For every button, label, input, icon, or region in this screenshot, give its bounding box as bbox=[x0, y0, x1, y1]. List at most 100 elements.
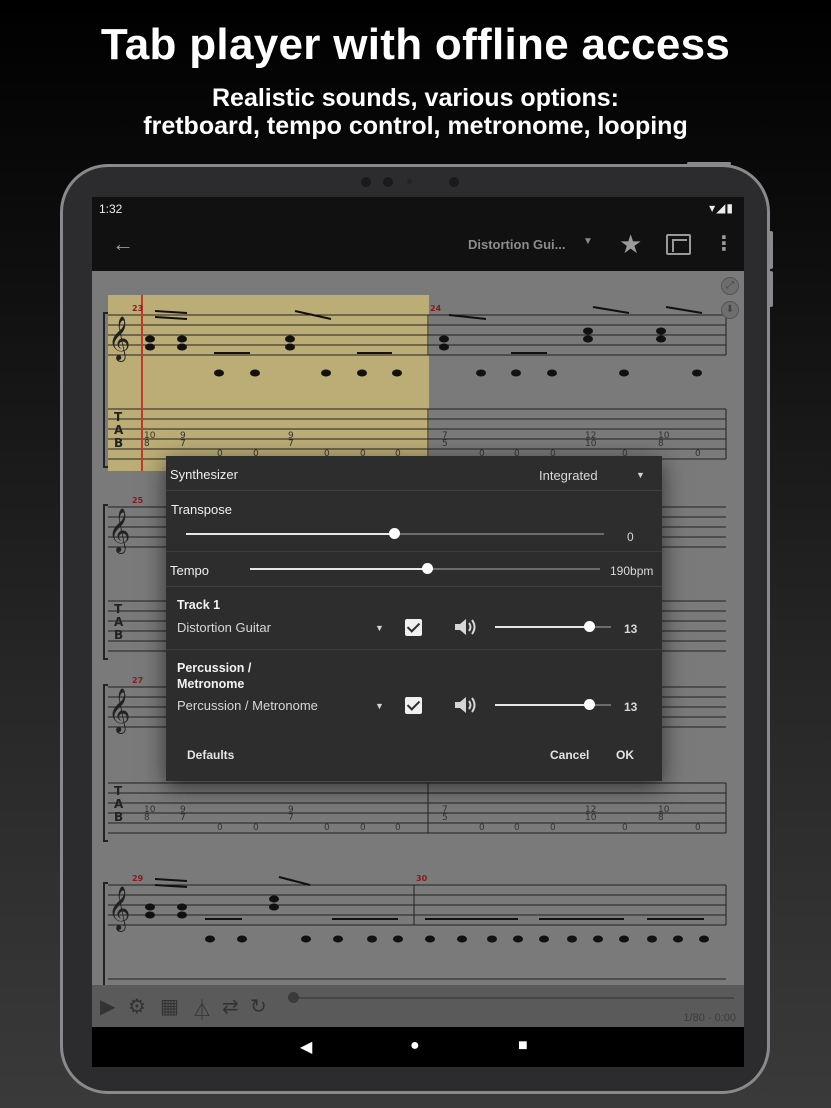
track-enabled-checkbox[interactable] bbox=[405, 619, 422, 636]
tempo-slider-knob[interactable] bbox=[422, 563, 433, 574]
note-head bbox=[333, 935, 343, 943]
tab-number: 8 bbox=[144, 439, 150, 449]
tab-label: T bbox=[114, 410, 123, 424]
volume-slider-knob[interactable] bbox=[584, 621, 595, 632]
note-head bbox=[145, 343, 155, 351]
seek-knob[interactable] bbox=[288, 992, 299, 1003]
transpose-slider-knob[interactable] bbox=[389, 528, 400, 539]
nav-back-icon[interactable]: ◀ bbox=[300, 1037, 312, 1057]
note-head bbox=[301, 935, 311, 943]
note-head bbox=[656, 327, 666, 335]
treble-clef: 𝄞 bbox=[108, 508, 130, 554]
tab-number: 0 bbox=[695, 823, 701, 833]
speed-icon[interactable]: ↻ bbox=[250, 994, 267, 1019]
camera-dot bbox=[407, 179, 412, 184]
volume-slider-fill bbox=[495, 704, 589, 706]
tab-number: 0 bbox=[395, 823, 401, 833]
tab-number: 7 bbox=[180, 813, 186, 823]
fretboard-icon[interactable]: ▦ bbox=[160, 994, 179, 1019]
chevron-down-icon[interactable]: ▼ bbox=[375, 701, 384, 711]
tablet-top-button bbox=[687, 162, 731, 165]
back-arrow-icon[interactable]: ← bbox=[112, 231, 134, 257]
note-head bbox=[269, 895, 279, 903]
scroll-down-icon[interactable]: ⬇ bbox=[721, 301, 739, 319]
metronome-icon[interactable]: ⏃ bbox=[192, 994, 212, 1023]
status-icons: ▾◢▮ bbox=[709, 201, 734, 215]
promo-headline: Tab player with offline access bbox=[100, 20, 731, 69]
track-selector[interactable]: Distortion Gui... bbox=[468, 237, 566, 252]
measure-number: 23 bbox=[132, 304, 143, 313]
tempo-label: Tempo bbox=[170, 563, 210, 578]
tab-number: 0 bbox=[622, 823, 628, 833]
synthesizer-label: Synthesizer bbox=[170, 467, 238, 482]
speaker-icon[interactable] bbox=[453, 696, 477, 714]
tablet-side-button bbox=[769, 271, 773, 307]
more-vert-icon[interactable]: ⋮ bbox=[714, 231, 734, 256]
tab-label: T bbox=[114, 784, 123, 798]
defaults-button[interactable]: Defaults bbox=[187, 748, 234, 762]
note-head bbox=[656, 335, 666, 343]
note-head bbox=[593, 935, 603, 943]
measure-number: 25 bbox=[132, 496, 144, 505]
synthesizer-value[interactable]: Integrated bbox=[539, 468, 598, 483]
tab-number: 7 bbox=[180, 439, 186, 449]
tab-number: 8 bbox=[658, 439, 664, 449]
tab-number: 0 bbox=[217, 823, 223, 833]
chevron-down-icon[interactable]: ▼ bbox=[583, 236, 593, 247]
settings-icon[interactable]: ⚙ bbox=[128, 994, 146, 1019]
track-name: Track 1 bbox=[177, 598, 221, 612]
system-nav-bar: ◀ ● ■ bbox=[92, 1027, 744, 1067]
tab-number: 7 bbox=[288, 439, 294, 449]
fit-width-icon[interactable]: ⤢ bbox=[721, 277, 739, 295]
note-head bbox=[367, 935, 377, 943]
promo-subline-1: Realistic sounds, various options: bbox=[211, 84, 620, 112]
chevron-down-icon[interactable]: ▼ bbox=[375, 623, 384, 633]
note-head bbox=[487, 935, 497, 943]
tab-number: 8 bbox=[658, 813, 664, 823]
nav-home-icon[interactable]: ● bbox=[410, 1037, 420, 1055]
status-bar: 1:32 ▾◢▮ bbox=[92, 197, 744, 219]
measure-number: 24 bbox=[430, 304, 442, 313]
volume-slider-knob[interactable] bbox=[584, 699, 595, 710]
ok-button[interactable]: OK bbox=[616, 748, 634, 762]
transpose-row: Transpose 0 bbox=[166, 491, 662, 551]
note-head bbox=[177, 903, 187, 911]
cancel-button[interactable]: Cancel bbox=[550, 748, 589, 762]
note-head bbox=[692, 369, 702, 377]
tab-number: 10 bbox=[585, 813, 597, 823]
camera-dot bbox=[383, 177, 393, 187]
tab-number: 5 bbox=[442, 439, 448, 449]
note-head bbox=[513, 935, 523, 943]
track-instrument[interactable]: Percussion / Metronome bbox=[177, 698, 318, 713]
seek-track[interactable] bbox=[294, 997, 734, 999]
battery-icon: ▮ bbox=[726, 201, 734, 215]
tab-number: 0 bbox=[550, 823, 556, 833]
tab-number: 0 bbox=[253, 823, 259, 833]
playback-position: 1/80 - 0:00 bbox=[683, 1012, 736, 1024]
star-icon[interactable]: ★ bbox=[619, 229, 642, 260]
note-head bbox=[583, 335, 593, 343]
play-icon[interactable]: ▶ bbox=[100, 994, 115, 1019]
track-enabled-checkbox[interactable] bbox=[405, 697, 422, 714]
tempo-value: 190bpm bbox=[610, 564, 654, 578]
volume-value: 13 bbox=[624, 700, 638, 714]
fullscreen-icon[interactable] bbox=[666, 234, 691, 255]
treble-clef: 𝄞 bbox=[108, 688, 130, 734]
staff-system-4 bbox=[108, 884, 727, 980]
synthesizer-row[interactable]: Synthesizer Integrated ▼ bbox=[166, 456, 662, 490]
note-head bbox=[583, 327, 593, 335]
note-head bbox=[250, 369, 260, 377]
tablet-side-button bbox=[769, 231, 773, 269]
nav-recents-icon[interactable]: ■ bbox=[518, 1037, 528, 1055]
note-head bbox=[439, 343, 449, 351]
loop-icon[interactable]: ⇄ bbox=[222, 994, 239, 1019]
chevron-down-icon[interactable]: ▼ bbox=[636, 470, 645, 480]
promo-subline-2: fretboard, tempo control, metronome, loo… bbox=[143, 112, 688, 140]
note-head bbox=[285, 343, 295, 351]
measure-number: 27 bbox=[132, 676, 143, 685]
track-instrument[interactable]: Distortion Guitar bbox=[177, 620, 271, 635]
note-head bbox=[214, 369, 224, 377]
tab-label: A bbox=[114, 797, 124, 811]
speaker-icon[interactable] bbox=[453, 618, 477, 636]
playback-settings-dialog: Synthesizer Integrated ▼ Transpose 0 Tem… bbox=[166, 456, 662, 781]
